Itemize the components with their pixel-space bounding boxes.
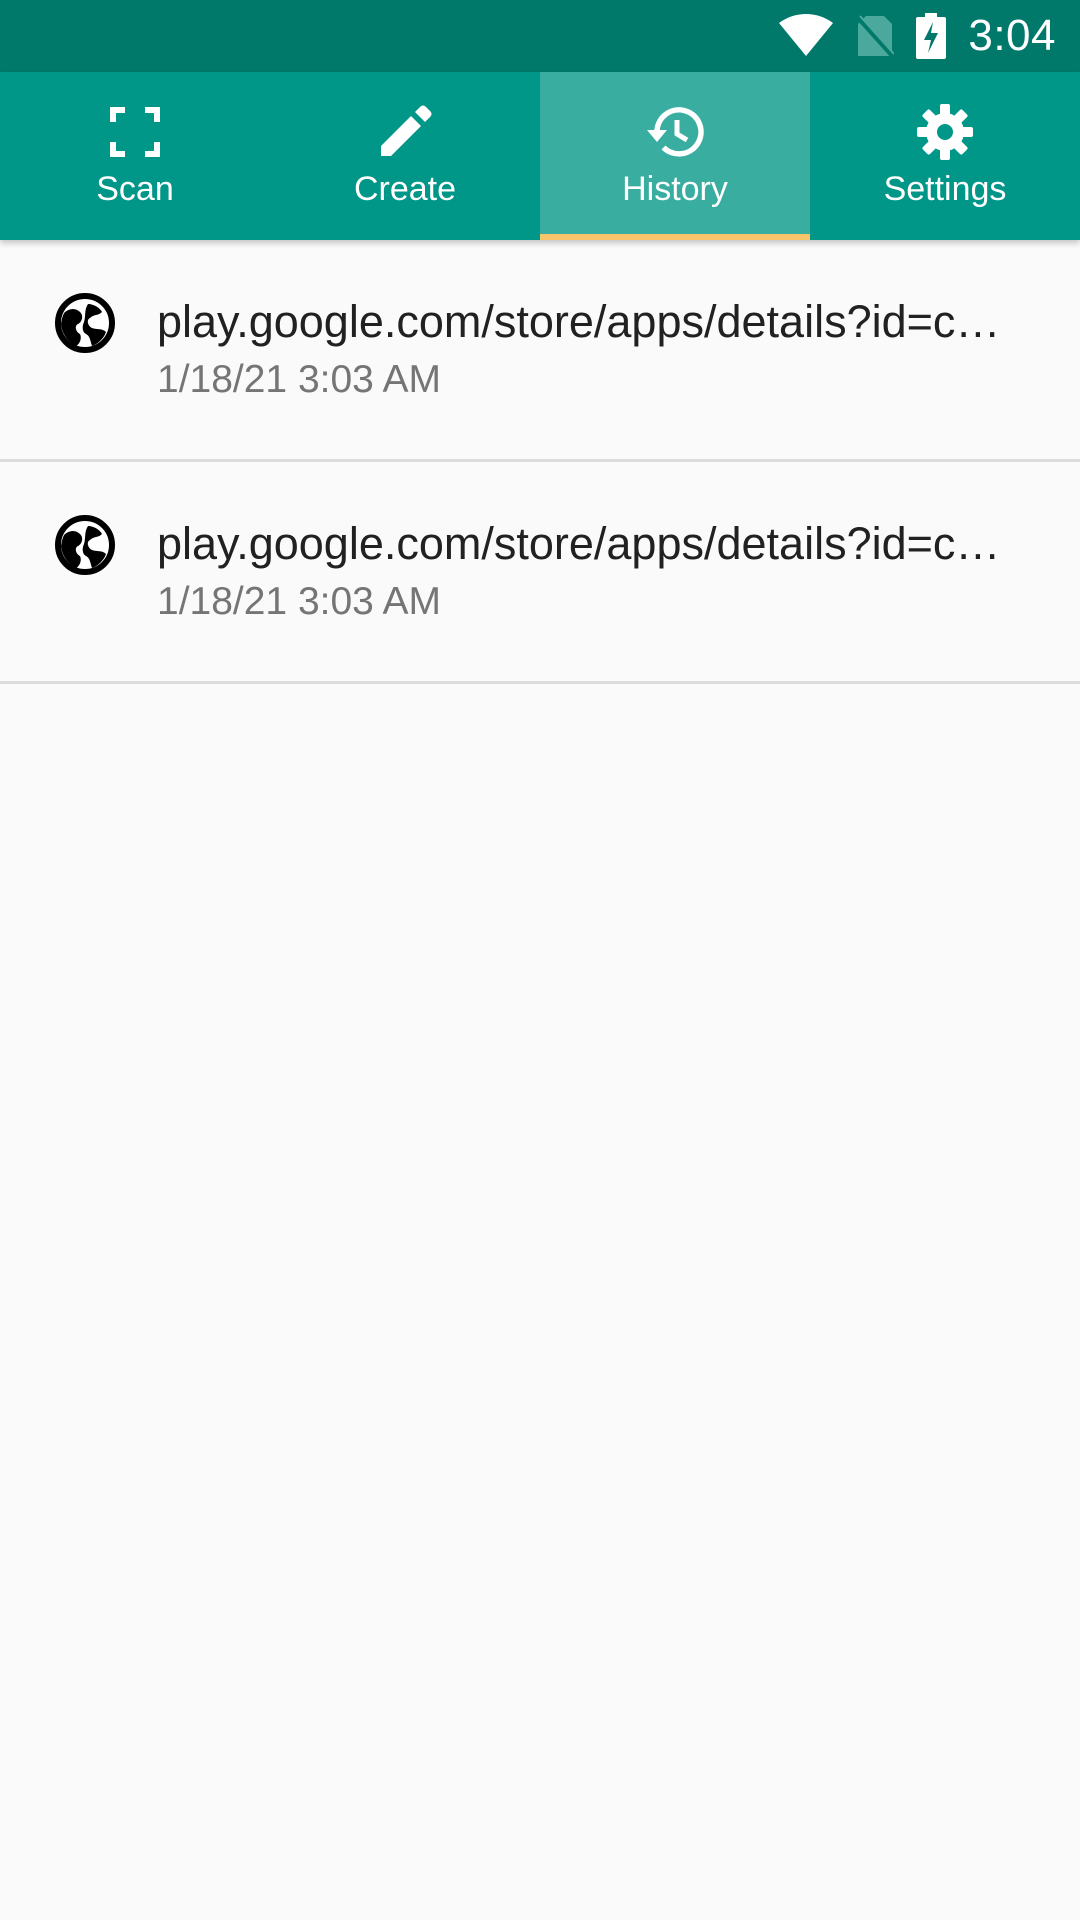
tab-label: Scan: [96, 170, 174, 208]
history-item-title: play.google.com/store/apps/details?id=co…: [157, 518, 1017, 569]
status-time: 3:04: [968, 11, 1056, 60]
battery-charging-icon: [916, 13, 947, 59]
globe-icon: [54, 514, 116, 576]
history-item-title: play.google.com/store/apps/details?id=co…: [157, 296, 1017, 347]
history-item[interactable]: play.google.com/store/apps/details?id=co…: [0, 240, 1080, 462]
tab-settings[interactable]: Settings: [810, 72, 1080, 240]
status-icons: 3:04: [778, 0, 1056, 72]
status-bar: 3:04: [0, 0, 1080, 72]
history-icon: [643, 100, 707, 164]
tab-label: Settings: [883, 170, 1007, 208]
active-tab-indicator: [540, 234, 810, 240]
tab-label: History: [622, 170, 728, 208]
pencil-icon: [373, 100, 437, 164]
no-sim-icon: [856, 14, 895, 58]
gear-icon: [913, 100, 977, 164]
history-item[interactable]: play.google.com/store/apps/details?id=co…: [0, 462, 1080, 684]
tab-create[interactable]: Create: [270, 72, 540, 240]
history-item-date: 1/18/21 3:03 AM: [157, 358, 442, 401]
scan-icon: [103, 100, 167, 164]
tab-scan[interactable]: Scan: [0, 72, 270, 240]
history-list: play.google.com/store/apps/details?id=co…: [0, 240, 1080, 684]
globe-icon: [54, 292, 116, 354]
wifi-icon: [778, 14, 834, 58]
tab-bar: Scan Create History Settings: [0, 72, 1080, 240]
tab-history[interactable]: History: [540, 72, 810, 240]
tab-label: Create: [353, 170, 457, 208]
history-item-date: 1/18/21 3:03 AM: [157, 580, 442, 623]
